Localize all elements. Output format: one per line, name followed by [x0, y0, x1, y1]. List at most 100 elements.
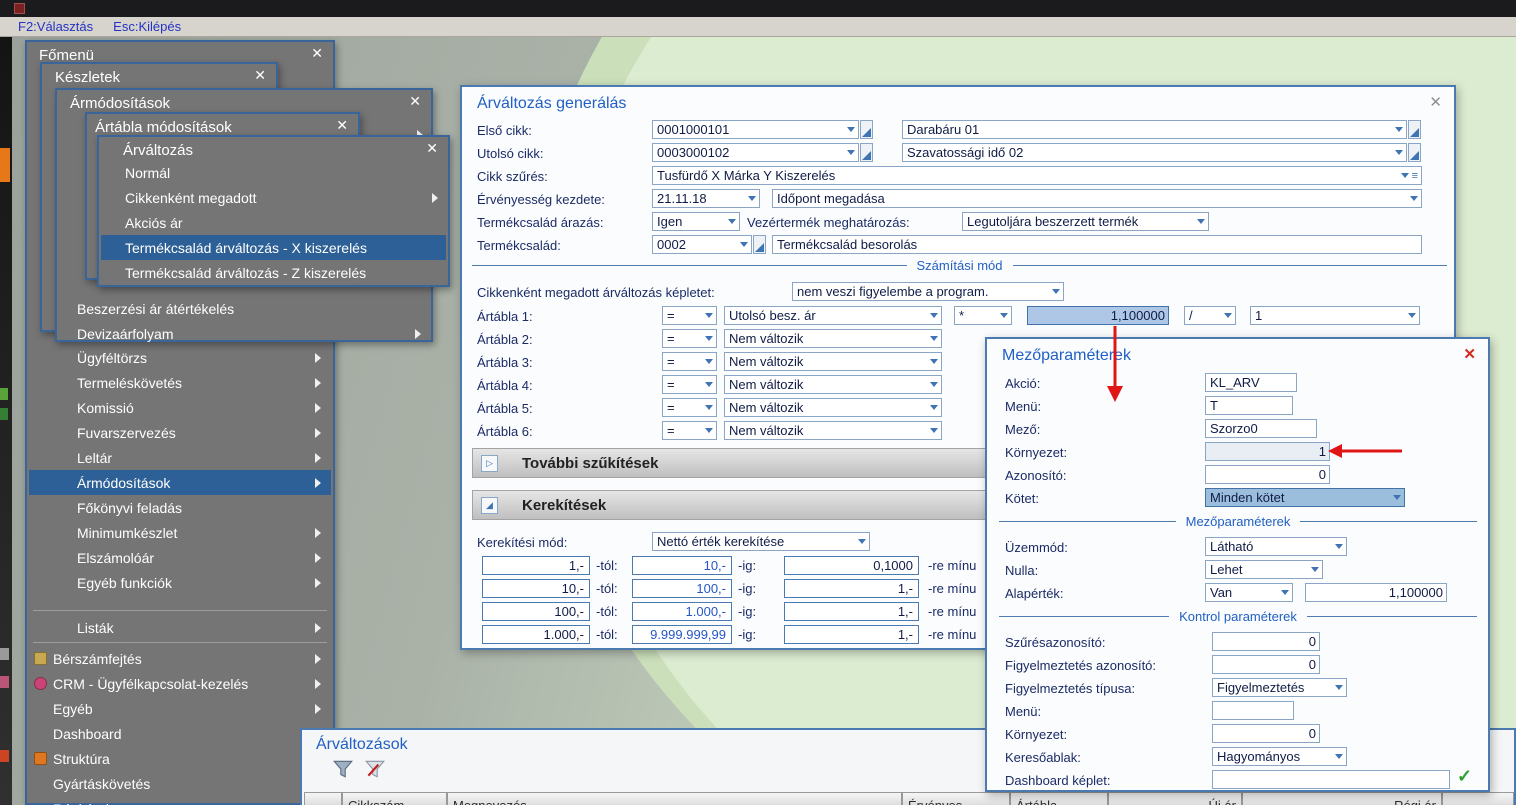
- elso-cikk-code-field[interactable]: 0001000101: [652, 120, 859, 139]
- rounding-unit-field[interactable]: 0,1000: [784, 556, 919, 575]
- collapse-button[interactable]: ◢: [481, 497, 498, 514]
- expand-corner-icon[interactable]: [1408, 120, 1421, 139]
- rounding-to-field[interactable]: 100,-: [632, 579, 732, 598]
- menu-item-armodositasok[interactable]: Ármódosítások: [29, 470, 331, 495]
- menu-item-termeleskovetes[interactable]: Termeléskövetés: [29, 370, 331, 395]
- menu-item-struktura[interactable]: Struktúra: [29, 746, 331, 771]
- confirm-check-icon[interactable]: ✓: [1457, 766, 1472, 787]
- alapertek-number-field[interactable]: 1,100000: [1305, 583, 1447, 602]
- rounding-unit-field[interactable]: 1,-: [784, 602, 919, 621]
- artabla2-value-field[interactable]: Nem változik: [724, 329, 942, 348]
- dashboard-keplet-field[interactable]: [1212, 770, 1450, 789]
- azonosito-field[interactable]: 0: [1205, 465, 1330, 484]
- expand-corner-icon[interactable]: [1408, 143, 1421, 162]
- expand-button[interactable]: ▷: [481, 455, 498, 472]
- artabla6-op-field[interactable]: =: [662, 421, 717, 440]
- rounding-unit-field[interactable]: 1,-: [784, 625, 919, 644]
- table-header-uj-ar[interactable]: Új ár: [1108, 792, 1242, 805]
- menu-item-beszerzesi-ar-atertekeles[interactable]: Beszerzési ár átértékelés: [59, 296, 429, 321]
- utolso-cikk-code-field[interactable]: 0003000102: [652, 143, 859, 162]
- artabla1-divisor-field[interactable]: 1: [1250, 306, 1420, 325]
- cikk-szures-field[interactable]: Tusfürdő X Márka Y Kiszerelés≡: [652, 166, 1422, 185]
- menu-item-listak[interactable]: Listák: [29, 615, 331, 640]
- menu-item-fuvarszervezes[interactable]: Fuvarszervezés: [29, 420, 331, 445]
- menu-item-egyeb[interactable]: Egyéb: [29, 696, 331, 721]
- artabla1-mul-field[interactable]: *: [954, 306, 1012, 325]
- keresoablak-field[interactable]: Hagyományos: [1212, 747, 1347, 766]
- elso-cikk-name-field[interactable]: Darabáru 01: [902, 120, 1407, 139]
- menu-item-ugyfeltorzs[interactable]: Ügyféltörzs: [29, 345, 331, 370]
- uzemmod-field[interactable]: Látható: [1205, 537, 1347, 556]
- kotet-field[interactable]: Minden kötet: [1205, 488, 1405, 507]
- kornyezet-field[interactable]: 1: [1205, 442, 1330, 461]
- table-header-megnevezes[interactable]: Megnevezés: [447, 792, 902, 805]
- ervenyesseg-date-field[interactable]: 21.11.18: [652, 189, 760, 208]
- menu-item-berszamfejtes[interactable]: Bérszámfejtés: [29, 646, 331, 671]
- close-icon[interactable]: ✕: [254, 67, 266, 84]
- menu-item-crm[interactable]: CRM - Ügyfélkapcsolat-kezelés: [29, 671, 331, 696]
- menu-item-regi-arak[interactable]: Régi árak: [29, 796, 331, 805]
- figyelmeztetes-azonosito-field[interactable]: 0: [1212, 655, 1320, 674]
- menu-item-gyartaskovetes[interactable]: Gyártáskövetés: [29, 771, 331, 796]
- artabla2-op-field[interactable]: =: [662, 329, 717, 348]
- menu-item-egyeb-funkciok[interactable]: Egyéb funkciók: [29, 570, 331, 595]
- artabla1-div-field[interactable]: /: [1184, 306, 1236, 325]
- table-header-artabla[interactable]: Ártábla: [1010, 792, 1108, 805]
- rounding-from-field[interactable]: 100,-: [482, 602, 590, 621]
- keplet-field[interactable]: nem veszi figyelembe a program.: [792, 282, 1064, 301]
- menu-item-termekcsalad-x-kiszereles[interactable]: Termékcsalád árváltozás - X kiszerelés: [101, 235, 446, 260]
- artabla5-value-field[interactable]: Nem változik: [724, 398, 942, 417]
- close-icon[interactable]: ✕: [1463, 345, 1476, 363]
- menu-item-akcios-ar[interactable]: Akciós ár: [101, 210, 446, 235]
- table-header-ervenyes[interactable]: Érvényes: [902, 792, 1010, 805]
- rounding-from-field[interactable]: 10,-: [482, 579, 590, 598]
- menu-item-cikkenkent-megadott[interactable]: Cikkenként megadott: [101, 185, 446, 210]
- rounding-from-field[interactable]: 1,-: [482, 556, 590, 575]
- artabla6-value-field[interactable]: Nem változik: [724, 421, 942, 440]
- menu-item-minimumkeszlet[interactable]: Minimumkészlet: [29, 520, 331, 545]
- close-icon[interactable]: ✕: [426, 140, 438, 157]
- table-header-regi-ar[interactable]: Régi ár: [1242, 792, 1442, 805]
- menu-item-leltar[interactable]: Leltár: [29, 445, 331, 470]
- artabla4-op-field[interactable]: =: [662, 375, 717, 394]
- rounding-unit-field[interactable]: 1,-: [784, 579, 919, 598]
- table-header-cikkszam[interactable]: Cikkszám: [342, 792, 447, 805]
- artabla4-value-field[interactable]: Nem változik: [724, 375, 942, 394]
- szuresazonosito-field[interactable]: 0: [1212, 632, 1320, 651]
- artabla1-value-field[interactable]: Utolsó besz. ár: [724, 306, 942, 325]
- ervenyesseg-mode-field[interactable]: Időpont megadása: [772, 189, 1422, 208]
- termekcsalad-name-field[interactable]: Termékcsalád besorolás: [772, 235, 1422, 254]
- alapertek-field[interactable]: Van: [1205, 583, 1293, 602]
- artabla3-value-field[interactable]: Nem változik: [724, 352, 942, 371]
- close-icon[interactable]: ✕: [1429, 93, 1442, 111]
- nulla-field[interactable]: Lehet: [1205, 560, 1323, 579]
- kornyezet2-field[interactable]: 0: [1212, 724, 1320, 743]
- rounding-from-field[interactable]: 1.000,-: [482, 625, 590, 644]
- menu-item-devizaarfolyam[interactable]: Devizaárfolyam: [59, 321, 429, 346]
- rounding-to-field[interactable]: 9.999.999,99: [632, 625, 732, 644]
- clear-filter-icon[interactable]: [364, 758, 386, 780]
- menu-item-termekcsalad-z-kiszereles[interactable]: Termékcsalád árváltozás - Z kiszerelés: [101, 260, 446, 285]
- menu-item-dashboard[interactable]: Dashboard: [29, 721, 331, 746]
- artabla1-factor-field[interactable]: 1,100000: [1027, 306, 1169, 325]
- kerekitesi-mod-field[interactable]: Nettó érték kerekítése: [652, 532, 870, 551]
- figyelmeztetes-tipusa-field[interactable]: Figyelmeztetés: [1212, 678, 1347, 697]
- menu2-field[interactable]: [1212, 701, 1294, 720]
- menu-item-komissio[interactable]: Komissió: [29, 395, 331, 420]
- artabla1-op-field[interactable]: =: [662, 306, 717, 325]
- menu-item-fokonyvi-feladas[interactable]: Főkönyvi feladás: [29, 495, 331, 520]
- rounding-to-field[interactable]: 1.000,-: [632, 602, 732, 621]
- menu-item-normal[interactable]: Normál: [101, 160, 446, 185]
- rounding-to-field[interactable]: 10,-: [632, 556, 732, 575]
- mezo-field[interactable]: Szorzo0: [1205, 419, 1317, 438]
- artabla3-op-field[interactable]: =: [662, 352, 717, 371]
- expand-corner-icon[interactable]: [860, 143, 873, 162]
- menu-field[interactable]: T: [1205, 396, 1293, 415]
- expand-corner-icon[interactable]: [860, 120, 873, 139]
- akcio-field[interactable]: KL_ARV: [1205, 373, 1297, 392]
- close-icon[interactable]: ✕: [409, 93, 421, 110]
- expand-corner-icon[interactable]: [753, 235, 766, 254]
- vezertermek-field[interactable]: Legutoljára beszerzett termék: [962, 212, 1209, 231]
- menu-item-elszamoloar[interactable]: Elszámolóár: [29, 545, 331, 570]
- artabla5-op-field[interactable]: =: [662, 398, 717, 417]
